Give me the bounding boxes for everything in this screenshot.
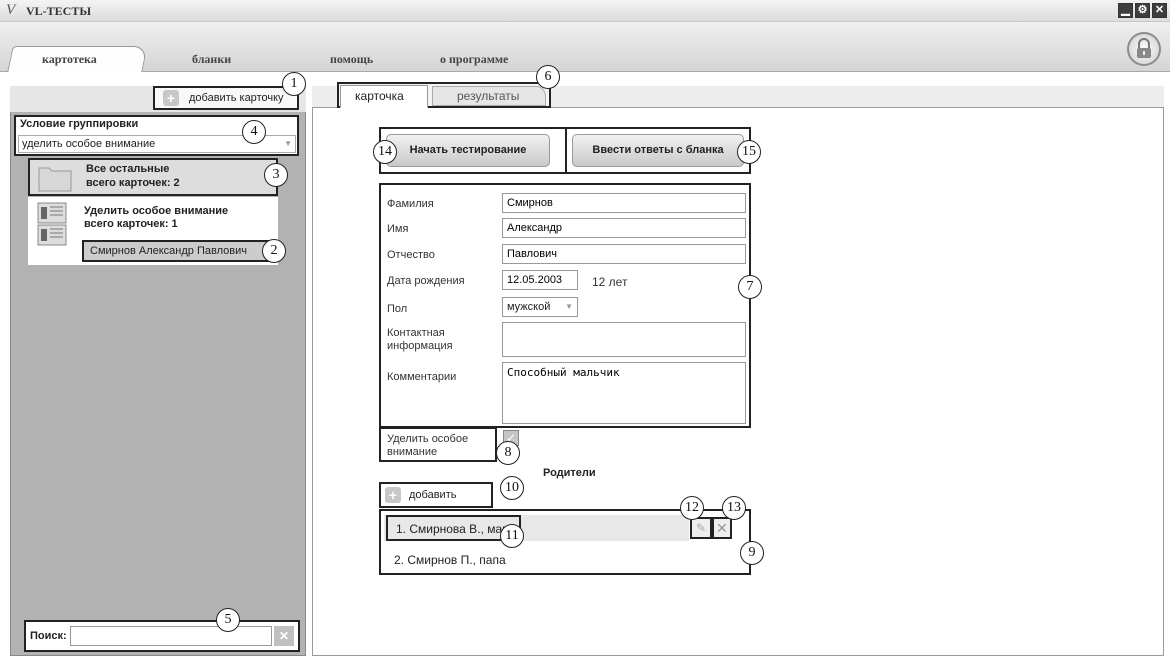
callout-9: 9 — [740, 541, 764, 565]
callout-10: 10 — [500, 476, 524, 500]
app-title: VL-ТЕСТЫ — [26, 4, 92, 18]
delete-parent-button[interactable]: ✕ — [712, 517, 732, 539]
add-parent-button[interactable]: + добавить — [379, 482, 493, 508]
start-test-button[interactable]: Начать тестирование — [386, 134, 550, 167]
callout-11: 11 — [500, 524, 524, 548]
age-text: 12 лет — [592, 275, 628, 289]
folder-item-others[interactable]: Все остальные всего карточек: 2 — [28, 158, 278, 196]
folder-icon — [38, 167, 72, 192]
title-bar — [0, 0, 1170, 22]
surname-field[interactable] — [502, 193, 746, 213]
contact-field[interactable] — [502, 322, 746, 357]
callout-8: 8 — [496, 441, 520, 465]
callout-13: 13 — [722, 496, 746, 520]
lock-icon[interactable] — [1127, 32, 1161, 66]
settings-button[interactable]: ⚙ — [1135, 3, 1150, 18]
comments-field[interactable]: Способный мальчик — [502, 362, 746, 424]
tab-card[interactable]: карточка — [340, 85, 428, 108]
menu-tab-kartoteka[interactable]: картотека — [42, 52, 97, 67]
search-label: Поиск: — [30, 630, 67, 642]
edit-parent-button[interactable]: ✎ — [690, 517, 712, 539]
callout-14: 14 — [373, 140, 397, 164]
list-item[interactable]: 2. Смирнов П., папа — [394, 553, 506, 567]
folder-count: всего карточек: 2 — [86, 177, 180, 189]
patronymic-field[interactable] — [502, 244, 746, 264]
gender-select[interactable]: мужской ▼ — [502, 297, 578, 317]
birthdate-label: Дата рождения — [387, 275, 465, 287]
patronymic-label: Отчество — [387, 249, 435, 261]
attention-box: Уделить особое внимание — [379, 427, 497, 462]
plus-icon: + — [385, 487, 401, 503]
callout-4: 4 — [242, 120, 266, 144]
menu-tab-blanki[interactable]: бланки — [192, 52, 231, 67]
callout-5: 5 — [216, 608, 240, 632]
person-name: Смирнов Александр Павлович — [90, 245, 247, 257]
tab-card-label: карточка — [355, 89, 404, 103]
add-card-button[interactable]: + добавить карточку — [153, 86, 299, 110]
grouping-select-value: уделить особое внимание — [22, 138, 156, 150]
callout-3: 3 — [264, 163, 288, 187]
chevron-down-icon: ▼ — [284, 139, 292, 148]
grouping-title: Условие группировки — [20, 118, 139, 130]
parents-title: Родители — [543, 467, 596, 479]
gender-value: мужской — [507, 301, 551, 313]
search-input[interactable] — [70, 626, 272, 646]
close-button[interactable]: ✕ — [1152, 3, 1167, 18]
enter-answers-button[interactable]: Ввести ответы с бланка — [572, 134, 744, 167]
gender-label: Пол — [387, 303, 408, 315]
tab-results[interactable]: результаты — [432, 86, 546, 106]
card-stack-icon — [37, 202, 67, 246]
name-label: Имя — [387, 223, 409, 235]
menu-bar — [0, 22, 1170, 72]
add-parent-label: добавить — [409, 489, 457, 501]
minimize-button[interactable]: ▁ — [1118, 3, 1133, 18]
menu-tab-about[interactable]: о программе — [440, 52, 508, 67]
callout-7: 7 — [738, 275, 762, 299]
callout-15: 15 — [737, 140, 761, 164]
callout-12: 12 — [680, 496, 704, 520]
person-list-item[interactable]: Смирнов Александр Павлович — [82, 240, 277, 262]
name-field[interactable] — [502, 218, 746, 238]
folder-title: Уделить особое внимание — [84, 205, 229, 217]
callout-1: 1 — [282, 72, 306, 96]
comments-label: Комментарии — [387, 371, 457, 383]
surname-label: Фамилия — [387, 198, 434, 210]
attention-label-2: внимание — [387, 446, 438, 458]
divider — [565, 127, 567, 174]
parent-name: 1. Смирнова В., мама — [396, 522, 518, 536]
folder-count: всего карточек: 1 — [84, 218, 178, 230]
folder-title: Все остальные — [86, 163, 170, 175]
tab-results-label: результаты — [457, 89, 520, 103]
add-card-label: добавить карточку — [189, 92, 284, 104]
contact-label: Контактная — [387, 327, 445, 339]
plus-icon: + — [163, 90, 179, 106]
app-logo-icon: V — [6, 2, 16, 18]
callout-6: 6 — [536, 65, 560, 89]
chevron-down-icon: ▼ — [565, 302, 573, 311]
clear-search-icon[interactable]: ✕ — [274, 626, 294, 646]
contact-label-2: информация — [387, 340, 453, 352]
attention-label: Уделить особое — [387, 433, 469, 445]
callout-2: 2 — [262, 239, 286, 263]
birthdate-field[interactable] — [502, 270, 578, 290]
menu-tab-help[interactable]: помощь — [330, 52, 373, 67]
